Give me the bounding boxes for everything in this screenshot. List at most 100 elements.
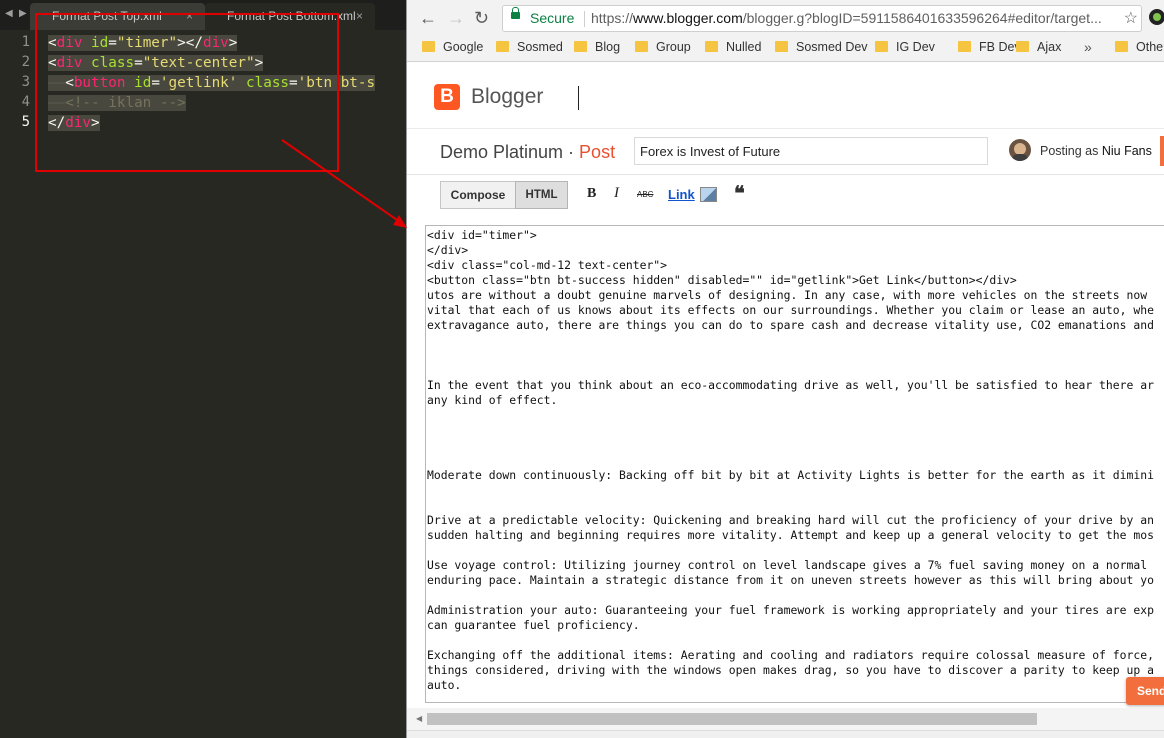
html-line: vital that each of us knows about its ef… [427, 303, 1154, 317]
bookmark-other[interactable]: Other [1115, 40, 1164, 54]
quote-icon[interactable]: ❝ [734, 181, 745, 206]
html-line: Exchanging off the additional items: Aer… [427, 648, 1154, 662]
tab-close-icon[interactable]: × [356, 3, 363, 30]
bookmark-fb-dev[interactable]: FB Dev [958, 40, 1021, 54]
html-line: Use voyage control: Utilizing journey co… [427, 558, 1148, 572]
link-button[interactable]: Link [668, 187, 695, 202]
html-line: <div id="timer"> [427, 228, 537, 242]
folder-icon [496, 41, 509, 52]
post-title-bar: Demo Platinum · Post Posting as Niu Fans [407, 129, 1164, 175]
secure-label: Secure [530, 10, 575, 26]
scroll-left-icon[interactable]: ◀ [416, 714, 422, 723]
blogger-brand[interactable]: Blogger [471, 85, 543, 109]
extension-icon[interactable] [1149, 9, 1164, 25]
posting-as-label: Posting as [1040, 144, 1099, 158]
scrollbar-thumb[interactable] [427, 713, 1037, 725]
folder-icon [958, 41, 971, 52]
post-title-input[interactable] [634, 137, 988, 165]
bookmark-google[interactable]: Google [422, 40, 483, 54]
more-bookmarks-icon[interactable]: » [1084, 39, 1092, 55]
url-separator [584, 11, 585, 27]
browser-window: ← → ↻ Secure https://www.blogger.com/blo… [406, 0, 1164, 738]
folder-icon [635, 41, 648, 52]
html-source-editor[interactable]: <div id="timer"> </div> <div class="col-… [425, 225, 1164, 703]
html-line: Administration your auto: Guaranteeing y… [427, 603, 1154, 617]
bookmark-label: Ajax [1037, 40, 1062, 54]
bookmark-label: Other [1136, 40, 1164, 54]
bookmark-label: Sosmed Dev [796, 40, 868, 54]
html-line: things considered, driving with the wind… [427, 663, 1154, 677]
header-divider [578, 86, 579, 110]
folder-icon [1115, 41, 1128, 52]
bookmark-group[interactable]: Group [635, 40, 691, 54]
line-number: 3 [21, 74, 30, 90]
posting-as-text: Posting as Niu Fans [1040, 144, 1152, 158]
compose-mode-button[interactable]: Compose [440, 181, 516, 209]
html-line: any kind of effect. [427, 393, 558, 407]
send-feedback-button[interactable]: Send [1126, 677, 1164, 705]
reload-icon[interactable]: ↻ [474, 8, 489, 28]
html-line: sudden halting and beginning requires mo… [427, 528, 1154, 542]
bold-button[interactable]: B [587, 186, 596, 202]
folder-icon [574, 41, 587, 52]
address-bar[interactable]: Secure https://www.blogger.com/blogger.g… [502, 5, 1142, 32]
html-mode-button[interactable]: HTML [515, 181, 568, 209]
bookmark-ajax[interactable]: Ajax [1016, 40, 1061, 54]
highlight-annotation-box [35, 13, 339, 172]
browser-toolbar: ← → ↻ Secure https://www.blogger.com/blo… [407, 0, 1164, 36]
code-editor-window: ◀ ▶ Format Post Top.xml × Format Post Bo… [0, 0, 406, 738]
html-line: extravagance auto, there are things you … [427, 318, 1154, 332]
html-line: <button class="btn bt-success hidden" di… [427, 273, 1017, 287]
insert-image-icon[interactable] [700, 187, 717, 202]
html-line: In the event that you think about an eco… [427, 378, 1154, 392]
bookmark-label: Blog [595, 40, 621, 54]
html-line: utos are without a doubt genuine marvels… [427, 288, 1148, 302]
bookmark-label: IG Dev [896, 40, 935, 54]
tab-back-arrow-icon[interactable]: ◀ [5, 8, 13, 19]
folder-icon [1016, 41, 1029, 52]
italic-button[interactable]: I [614, 185, 619, 202]
bookmark-label: Sosmed [517, 40, 563, 54]
bookmark-sosmed-dev[interactable]: Sosmed Dev [775, 40, 868, 54]
breadcrumb-separator: · [563, 142, 580, 162]
url-domain: www.blogger.com [633, 10, 743, 26]
back-arrow-icon[interactable]: ← [419, 8, 437, 28]
blog-name[interactable]: Demo Platinum [440, 142, 563, 162]
horizontal-scrollbar[interactable]: ◀ [407, 708, 1164, 730]
bookmark-nulled[interactable]: Nulled [705, 40, 761, 54]
line-number: 2 [21, 54, 30, 70]
html-line: <div class="col-md-12 text-center"> [427, 258, 668, 272]
forward-arrow-icon[interactable]: → [447, 8, 465, 28]
html-line: can guarantee fuel proficiency. [427, 618, 640, 632]
tab-forward-arrow-icon[interactable]: ▶ [19, 8, 27, 19]
bookmark-blog[interactable]: Blog [574, 40, 620, 54]
blogger-logo-icon[interactable]: B [434, 84, 460, 110]
user-name: Niu Fans [1101, 144, 1152, 158]
status-bar [407, 730, 1164, 738]
html-line: </div> [427, 243, 469, 257]
bookmark-label: FB Dev [979, 40, 1021, 54]
html-line: Moderate down continuously: Backing off … [427, 468, 1154, 482]
blogger-header: B Blogger [407, 62, 1164, 129]
bookmark-ig-dev[interactable]: IG Dev [875, 40, 935, 54]
bookmark-label: Group [656, 40, 691, 54]
blog-breadcrumb: Demo Platinum · Post [440, 142, 615, 163]
line-number: 4 [21, 94, 30, 110]
html-line: enduring pace. Maintain a strategic dist… [427, 573, 1154, 587]
folder-icon [705, 41, 718, 52]
bookmark-sosmed[interactable]: Sosmed [496, 40, 563, 54]
bookmark-star-icon[interactable]: ☆ [1124, 8, 1138, 28]
url-text[interactable]: https://www.blogger.com/blogger.g?blogID… [591, 10, 1102, 26]
line-number: 1 [21, 34, 30, 50]
url-scheme: https:// [591, 10, 634, 26]
html-line: Drive at a predictable velocity: Quicken… [427, 513, 1154, 527]
url-path: /blogger.g?blogID=5911586401633596264#ed… [742, 10, 1102, 26]
html-line: auto. [427, 678, 462, 692]
bookmarks-bar: Google Sosmed Blog Group Nulled Sosmed D… [407, 36, 1164, 62]
avatar[interactable] [1009, 139, 1031, 161]
publish-button[interactable] [1160, 136, 1164, 166]
post-label: Post [579, 142, 616, 162]
folder-icon [775, 41, 788, 52]
folder-icon [422, 41, 435, 52]
strikethrough-button[interactable]: ABC [637, 190, 653, 199]
